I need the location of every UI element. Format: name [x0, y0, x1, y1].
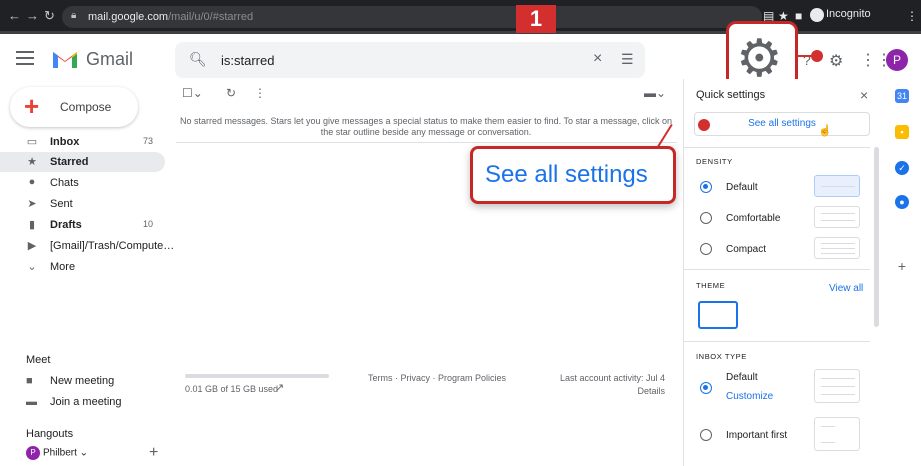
browser-menu-icon[interactable]: ⋮	[906, 9, 918, 23]
main-menu-icon[interactable]	[16, 51, 34, 69]
storage-usage: 0.01 GB of 15 GB used	[185, 384, 279, 394]
contacts-icon[interactable]: ●	[895, 195, 909, 209]
account-avatar[interactable]: P	[886, 49, 908, 71]
meet-header: Meet	[26, 354, 51, 366]
inbox-type-header: INBOX TYPE	[696, 352, 747, 361]
video-camera-icon: ■	[26, 375, 33, 387]
callout-pointer-dot	[698, 119, 710, 131]
search-options-icon[interactable]: ☰	[621, 51, 634, 68]
footer-links[interactable]: Terms · Privacy · Program Policies	[368, 373, 506, 383]
density-header: DENSITY	[696, 157, 733, 166]
step-number-badge: 1	[516, 5, 556, 33]
density-compact-preview	[814, 237, 860, 259]
divider	[684, 147, 870, 148]
sidebar-item-chats[interactable]: ● Chats	[0, 173, 165, 193]
select-checkbox[interactable]: ☐⌄	[182, 86, 203, 100]
sidebar-item-trash[interactable]: ▶ [Gmail]/Trash/Compute…	[0, 236, 175, 256]
divider	[684, 341, 870, 342]
details-link[interactable]: Details	[520, 386, 665, 396]
important-first-label: Important first	[726, 430, 788, 441]
side-panel-rail: 31 ▪ ✓ ● +	[885, 79, 921, 466]
hangouts-header: Hangouts	[26, 428, 74, 440]
hangouts-user[interactable]: P Philbert ⌄	[26, 446, 88, 460]
add-addon-icon[interactable]: +	[895, 259, 909, 273]
gmail-brand: Gmail	[86, 49, 134, 69]
last-activity: Last account activity: Jul 4	[559, 373, 665, 383]
quick-settings-panel: Quick settings × See all settings ☝ DENS…	[683, 79, 879, 466]
join-meeting-link[interactable]: ▬ Join a meeting	[26, 396, 122, 408]
density-compact-label: Compact	[726, 244, 767, 255]
compose-button[interactable]: + Compose	[10, 87, 138, 127]
callout-pointer-dot	[811, 50, 823, 62]
incognito-label: Incognito	[826, 8, 871, 20]
compose-plus-icon: +	[24, 91, 40, 121]
chevron-down-icon: ⌄	[27, 261, 37, 273]
quick-settings-title: Quick settings	[696, 89, 766, 101]
empty-starred-message: No starred messages. Stars let you give …	[179, 116, 673, 137]
send-icon: ➤	[27, 198, 37, 210]
search-input[interactable]: is:starred	[221, 53, 274, 68]
calendar-icon[interactable]: 31	[895, 89, 909, 103]
keyboard-icon: ▬	[26, 396, 37, 408]
sidebar-item-more[interactable]: ⌄ More	[0, 257, 165, 277]
mail-toolbar: ☐⌄ ↻ ⋮ ▬⌄	[182, 86, 672, 106]
settings-gear-icon[interactable]: ⚙	[829, 51, 843, 71]
density-default-label: Default	[726, 182, 758, 193]
user-avatar: P	[26, 446, 40, 460]
more-actions-icon[interactable]: ⋮	[254, 86, 266, 100]
draft-icon: ▮	[28, 219, 36, 231]
input-tools-icon[interactable]: ▬⌄	[644, 86, 666, 100]
reload-icon[interactable]: ↻	[44, 8, 55, 24]
open-external-icon[interactable]: ↗	[275, 381, 284, 394]
density-default-radio[interactable]	[700, 181, 712, 193]
chat-icon: ●	[28, 176, 36, 188]
panel-scrollbar[interactable]	[874, 147, 879, 327]
sidebar-item-starred[interactable]: ★ Starred	[0, 152, 165, 172]
add-hangout-icon[interactable]: +	[149, 444, 158, 462]
density-comfortable-radio[interactable]	[700, 212, 712, 224]
inbox-icon: ▭	[26, 136, 38, 148]
inbox-default-radio[interactable]	[700, 382, 712, 394]
divider	[176, 142, 677, 143]
view-all-themes-link[interactable]: View all	[829, 283, 863, 294]
density-default-preview	[814, 175, 860, 197]
new-meeting-link[interactable]: ■ New meeting	[26, 375, 114, 387]
back-arrow-icon[interactable]: ←	[8, 8, 21, 23]
tab-icon[interactable]: ■	[795, 9, 802, 23]
search-icon[interactable]: 🔍︎	[189, 51, 207, 68]
inbox-default-label: Default	[726, 372, 758, 383]
search-bar[interactable]: 🔍︎ is:starred × ☰	[175, 42, 645, 78]
incognito-icon[interactable]	[810, 8, 824, 22]
pointer-cursor-icon: ☝	[818, 125, 832, 137]
important-first-preview	[814, 417, 860, 451]
star-icon: ★	[27, 156, 37, 168]
clear-search-icon[interactable]: ×	[593, 50, 602, 68]
inbox-default-preview	[814, 369, 860, 403]
storage-meter	[185, 374, 329, 378]
theme-header: THEME	[696, 281, 726, 290]
forward-arrow-icon[interactable]: →	[26, 8, 39, 23]
density-comfortable-label: Comfortable	[726, 213, 781, 224]
sidebar-item-inbox[interactable]: ▭ Inbox 73	[0, 132, 165, 152]
divider	[684, 269, 870, 270]
tasks-icon[interactable]: ✓	[895, 161, 909, 175]
theme-preview[interactable]	[698, 301, 738, 329]
label-icon: ▶	[27, 240, 37, 252]
close-icon[interactable]: ×	[860, 87, 868, 103]
url-text: mail.google.com/mail/u/0/#starred	[88, 11, 254, 23]
sidebar-item-drafts[interactable]: ▮ Drafts 10	[0, 215, 165, 235]
refresh-icon[interactable]: ↻	[226, 86, 236, 100]
important-first-radio[interactable]	[700, 429, 712, 441]
density-comfortable-preview	[814, 206, 860, 228]
customize-link[interactable]: Customize	[726, 391, 773, 402]
gmail-logo-icon	[53, 52, 77, 68]
see-all-settings-callout: See all settings	[470, 146, 676, 204]
address-bar[interactable]: 🔒︎ mail.google.com/mail/u/0/#starred	[62, 6, 762, 28]
sidebar-item-sent[interactable]: ➤ Sent	[0, 194, 165, 214]
see-all-settings-button[interactable]: See all settings	[694, 112, 870, 136]
lock-icon: 🔒︎	[71, 10, 77, 21]
keep-icon[interactable]: ▪	[895, 125, 909, 139]
density-compact-radio[interactable]	[700, 243, 712, 255]
